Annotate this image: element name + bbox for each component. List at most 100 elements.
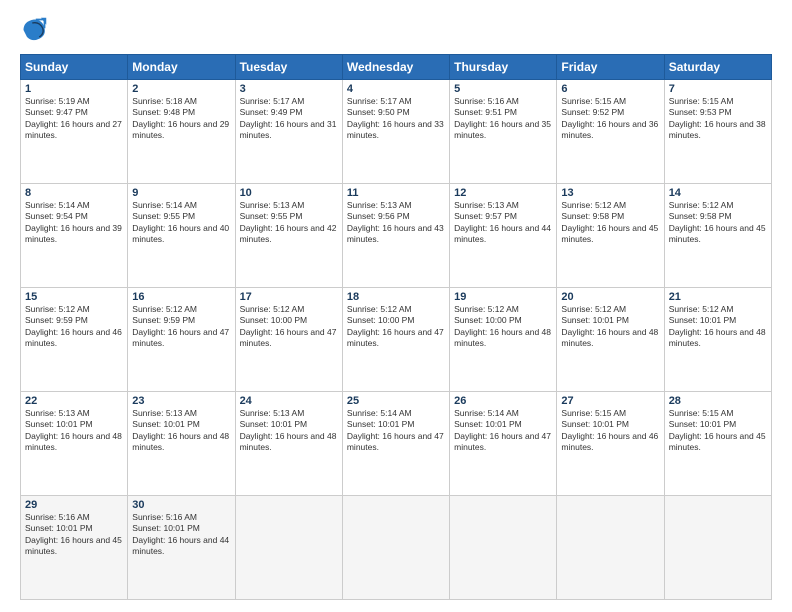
calendar-day-cell: 13Sunrise: 5:12 AMSunset: 9:58 PMDayligh… <box>557 184 664 288</box>
calendar-header-cell: Sunday <box>21 55 128 80</box>
day-info: Sunrise: 5:13 AMSunset: 9:55 PMDaylight:… <box>240 200 338 246</box>
page: SundayMondayTuesdayWednesdayThursdayFrid… <box>0 0 792 612</box>
calendar-day-cell: 22Sunrise: 5:13 AMSunset: 10:01 PMDaylig… <box>21 392 128 496</box>
day-info: Sunrise: 5:17 AMSunset: 9:50 PMDaylight:… <box>347 96 445 142</box>
day-info: Sunrise: 5:14 AMSunset: 9:55 PMDaylight:… <box>132 200 230 246</box>
day-info: Sunrise: 5:12 AMSunset: 10:01 PMDaylight… <box>669 304 767 350</box>
day-info: Sunrise: 5:15 AMSunset: 10:01 PMDaylight… <box>561 408 659 454</box>
calendar-day-cell: 12Sunrise: 5:13 AMSunset: 9:57 PMDayligh… <box>450 184 557 288</box>
day-number: 8 <box>25 187 123 199</box>
calendar-header-cell: Monday <box>128 55 235 80</box>
day-info: Sunrise: 5:13 AMSunset: 9:56 PMDaylight:… <box>347 200 445 246</box>
calendar-day-cell: 24Sunrise: 5:13 AMSunset: 10:01 PMDaylig… <box>235 392 342 496</box>
calendar-day-cell: 30Sunrise: 5:16 AMSunset: 10:01 PMDaylig… <box>128 496 235 600</box>
calendar-day-cell: 19Sunrise: 5:12 AMSunset: 10:00 PMDaylig… <box>450 288 557 392</box>
day-info: Sunrise: 5:12 AMSunset: 9:58 PMDaylight:… <box>669 200 767 246</box>
calendar-day-cell: 14Sunrise: 5:12 AMSunset: 9:58 PMDayligh… <box>664 184 771 288</box>
day-number: 13 <box>561 187 659 199</box>
day-number: 22 <box>25 395 123 407</box>
calendar-day-cell: 29Sunrise: 5:16 AMSunset: 10:01 PMDaylig… <box>21 496 128 600</box>
calendar-week-row: 22Sunrise: 5:13 AMSunset: 10:01 PMDaylig… <box>21 392 772 496</box>
header <box>20 16 772 44</box>
day-number: 2 <box>132 83 230 95</box>
day-info: Sunrise: 5:13 AMSunset: 10:01 PMDaylight… <box>240 408 338 454</box>
calendar-day-cell: 27Sunrise: 5:15 AMSunset: 10:01 PMDaylig… <box>557 392 664 496</box>
calendar-day-cell: 5Sunrise: 5:16 AMSunset: 9:51 PMDaylight… <box>450 80 557 184</box>
calendar-day-cell: 1Sunrise: 5:19 AMSunset: 9:47 PMDaylight… <box>21 80 128 184</box>
day-number: 11 <box>347 187 445 199</box>
day-number: 29 <box>25 499 123 511</box>
day-info: Sunrise: 5:16 AMSunset: 10:01 PMDaylight… <box>132 512 230 558</box>
calendar-day-cell: 7Sunrise: 5:15 AMSunset: 9:53 PMDaylight… <box>664 80 771 184</box>
day-info: Sunrise: 5:15 AMSunset: 10:01 PMDaylight… <box>669 408 767 454</box>
day-number: 16 <box>132 291 230 303</box>
day-number: 19 <box>454 291 552 303</box>
day-number: 30 <box>132 499 230 511</box>
calendar-day-cell: 4Sunrise: 5:17 AMSunset: 9:50 PMDaylight… <box>342 80 449 184</box>
calendar-day-cell <box>557 496 664 600</box>
calendar-day-cell: 16Sunrise: 5:12 AMSunset: 9:59 PMDayligh… <box>128 288 235 392</box>
calendar-day-cell: 8Sunrise: 5:14 AMSunset: 9:54 PMDaylight… <box>21 184 128 288</box>
calendar-day-cell: 26Sunrise: 5:14 AMSunset: 10:01 PMDaylig… <box>450 392 557 496</box>
day-number: 20 <box>561 291 659 303</box>
calendar-table: SundayMondayTuesdayWednesdayThursdayFrid… <box>20 54 772 600</box>
day-info: Sunrise: 5:12 AMSunset: 10:00 PMDaylight… <box>347 304 445 350</box>
day-info: Sunrise: 5:13 AMSunset: 9:57 PMDaylight:… <box>454 200 552 246</box>
calendar-day-cell <box>450 496 557 600</box>
day-info: Sunrise: 5:14 AMSunset: 9:54 PMDaylight:… <box>25 200 123 246</box>
calendar-week-row: 8Sunrise: 5:14 AMSunset: 9:54 PMDaylight… <box>21 184 772 288</box>
calendar-day-cell: 23Sunrise: 5:13 AMSunset: 10:01 PMDaylig… <box>128 392 235 496</box>
calendar-day-cell: 10Sunrise: 5:13 AMSunset: 9:55 PMDayligh… <box>235 184 342 288</box>
calendar-day-cell: 25Sunrise: 5:14 AMSunset: 10:01 PMDaylig… <box>342 392 449 496</box>
day-number: 15 <box>25 291 123 303</box>
calendar-body: 1Sunrise: 5:19 AMSunset: 9:47 PMDaylight… <box>21 80 772 600</box>
day-number: 23 <box>132 395 230 407</box>
calendar-day-cell <box>235 496 342 600</box>
day-number: 5 <box>454 83 552 95</box>
calendar-day-cell: 21Sunrise: 5:12 AMSunset: 10:01 PMDaylig… <box>664 288 771 392</box>
day-info: Sunrise: 5:19 AMSunset: 9:47 PMDaylight:… <box>25 96 123 142</box>
calendar-header-cell: Saturday <box>664 55 771 80</box>
day-number: 7 <box>669 83 767 95</box>
day-info: Sunrise: 5:12 AMSunset: 9:59 PMDaylight:… <box>25 304 123 350</box>
calendar-week-row: 29Sunrise: 5:16 AMSunset: 10:01 PMDaylig… <box>21 496 772 600</box>
day-info: Sunrise: 5:13 AMSunset: 10:01 PMDaylight… <box>132 408 230 454</box>
calendar-day-cell: 9Sunrise: 5:14 AMSunset: 9:55 PMDaylight… <box>128 184 235 288</box>
day-info: Sunrise: 5:15 AMSunset: 9:53 PMDaylight:… <box>669 96 767 142</box>
calendar-week-row: 15Sunrise: 5:12 AMSunset: 9:59 PMDayligh… <box>21 288 772 392</box>
day-number: 3 <box>240 83 338 95</box>
day-number: 4 <box>347 83 445 95</box>
calendar-day-cell: 15Sunrise: 5:12 AMSunset: 9:59 PMDayligh… <box>21 288 128 392</box>
day-info: Sunrise: 5:13 AMSunset: 10:01 PMDaylight… <box>25 408 123 454</box>
day-info: Sunrise: 5:14 AMSunset: 10:01 PMDaylight… <box>454 408 552 454</box>
calendar-day-cell <box>664 496 771 600</box>
calendar-day-cell: 20Sunrise: 5:12 AMSunset: 10:01 PMDaylig… <box>557 288 664 392</box>
logo-icon <box>20 16 48 44</box>
day-info: Sunrise: 5:12 AMSunset: 10:00 PMDaylight… <box>240 304 338 350</box>
day-number: 10 <box>240 187 338 199</box>
calendar-header-cell: Friday <box>557 55 664 80</box>
day-info: Sunrise: 5:14 AMSunset: 10:01 PMDaylight… <box>347 408 445 454</box>
calendar-header-cell: Wednesday <box>342 55 449 80</box>
day-info: Sunrise: 5:17 AMSunset: 9:49 PMDaylight:… <box>240 96 338 142</box>
day-info: Sunrise: 5:12 AMSunset: 10:01 PMDaylight… <box>561 304 659 350</box>
day-number: 9 <box>132 187 230 199</box>
day-number: 26 <box>454 395 552 407</box>
day-info: Sunrise: 5:12 AMSunset: 10:00 PMDaylight… <box>454 304 552 350</box>
day-number: 12 <box>454 187 552 199</box>
calendar-day-cell: 3Sunrise: 5:17 AMSunset: 9:49 PMDaylight… <box>235 80 342 184</box>
day-number: 28 <box>669 395 767 407</box>
day-info: Sunrise: 5:16 AMSunset: 10:01 PMDaylight… <box>25 512 123 558</box>
calendar-day-cell: 17Sunrise: 5:12 AMSunset: 10:00 PMDaylig… <box>235 288 342 392</box>
calendar-day-cell <box>342 496 449 600</box>
day-number: 14 <box>669 187 767 199</box>
calendar-day-cell: 28Sunrise: 5:15 AMSunset: 10:01 PMDaylig… <box>664 392 771 496</box>
calendar-day-cell: 18Sunrise: 5:12 AMSunset: 10:00 PMDaylig… <box>342 288 449 392</box>
calendar-header-row: SundayMondayTuesdayWednesdayThursdayFrid… <box>21 55 772 80</box>
calendar-day-cell: 2Sunrise: 5:18 AMSunset: 9:48 PMDaylight… <box>128 80 235 184</box>
day-info: Sunrise: 5:18 AMSunset: 9:48 PMDaylight:… <box>132 96 230 142</box>
day-number: 25 <box>347 395 445 407</box>
calendar-day-cell: 6Sunrise: 5:15 AMSunset: 9:52 PMDaylight… <box>557 80 664 184</box>
day-info: Sunrise: 5:15 AMSunset: 9:52 PMDaylight:… <box>561 96 659 142</box>
calendar-day-cell: 11Sunrise: 5:13 AMSunset: 9:56 PMDayligh… <box>342 184 449 288</box>
